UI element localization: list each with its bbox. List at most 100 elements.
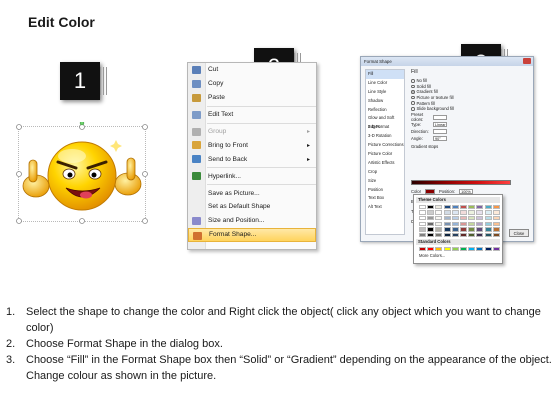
color-swatch[interactable] [419, 210, 426, 215]
color-swatch[interactable] [427, 232, 435, 238]
color-swatch[interactable] [468, 227, 476, 232]
color-swatch[interactable] [484, 215, 492, 221]
color-swatch[interactable] [427, 227, 435, 232]
color-swatch[interactable] [451, 210, 459, 215]
field-input[interactable] [433, 114, 447, 120]
dialog-nav-item[interactable]: Fill [366, 70, 404, 79]
menu-item-group[interactable]: Group ▸ [188, 125, 316, 139]
color-swatch[interactable] [492, 210, 500, 215]
color-swatch[interactable] [451, 227, 459, 232]
color-swatch[interactable] [468, 215, 476, 221]
dialog-nav-item[interactable]: Size [366, 177, 404, 186]
color-swatch[interactable] [484, 227, 492, 232]
dialog-nav-item[interactable]: Artistic Effects [366, 159, 404, 168]
gradient-stops-bar[interactable] [411, 180, 511, 185]
color-swatch[interactable] [427, 215, 435, 221]
color-swatch[interactable] [459, 246, 467, 252]
color-swatch[interactable] [443, 246, 451, 252]
color-swatch[interactable] [476, 246, 484, 252]
color-swatch[interactable] [476, 221, 484, 227]
color-swatch[interactable] [435, 246, 443, 252]
color-swatch[interactable] [443, 204, 451, 209]
dialog-nav-item[interactable]: Glow and Soft Edges [366, 114, 404, 129]
menu-item-save-as-picture[interactable]: Save as Picture... [188, 186, 316, 200]
color-swatch[interactable] [468, 232, 476, 238]
menu-item-size-and-position[interactable]: Size and Position... [188, 214, 316, 228]
menu-item-format-shape[interactable]: Format Shape... [188, 227, 316, 242]
color-swatch[interactable] [476, 232, 484, 238]
color-swatch[interactable] [427, 204, 435, 209]
dialog-nav-item[interactable]: Reflection [366, 106, 404, 115]
color-swatch[interactable] [468, 204, 476, 209]
color-swatch[interactable] [492, 215, 500, 221]
field-input[interactable]: 90° [433, 135, 447, 141]
color-swatch[interactable] [484, 210, 492, 215]
color-swatch[interactable] [419, 221, 426, 227]
dialog-nav-item[interactable]: Line Style [366, 88, 404, 97]
dialog-nav-item[interactable]: Shadow [366, 97, 404, 106]
dialog-nav-item[interactable]: 3-D Format [366, 123, 404, 132]
color-swatch[interactable] [492, 232, 500, 238]
color-swatch[interactable] [484, 204, 492, 209]
menu-item-hyperlink[interactable]: Hyperlink... [188, 169, 316, 183]
color-swatch[interactable] [476, 227, 484, 232]
color-swatch[interactable] [419, 215, 426, 221]
color-swatch[interactable] [435, 204, 443, 209]
menu-item-cut[interactable]: Cut [188, 63, 316, 77]
color-swatch[interactable] [459, 227, 467, 232]
color-swatch[interactable] [443, 227, 451, 232]
color-swatch[interactable] [451, 215, 459, 221]
color-swatch[interactable] [459, 210, 467, 215]
color-swatch[interactable] [443, 210, 451, 215]
close-button[interactable]: Close [509, 229, 529, 237]
dialog-nav-item[interactable]: Position [366, 186, 404, 195]
color-swatch[interactable] [468, 210, 476, 215]
color-swatch[interactable] [451, 221, 459, 227]
color-swatch[interactable] [484, 221, 492, 227]
color-swatch[interactable] [459, 221, 467, 227]
color-swatch[interactable] [476, 204, 484, 209]
color-swatch[interactable] [443, 232, 451, 238]
color-swatch[interactable] [435, 215, 443, 221]
color-swatch[interactable] [427, 210, 435, 215]
color-swatch[interactable] [492, 204, 500, 209]
menu-item-set-as-default-shape[interactable]: Set as Default Shape [188, 200, 316, 214]
dialog-nav-item[interactable]: Line Color [366, 79, 404, 88]
color-swatch[interactable] [468, 221, 476, 227]
menu-item-copy[interactable]: Copy [188, 77, 316, 91]
color-swatch[interactable] [459, 232, 467, 238]
color-swatch[interactable] [492, 246, 500, 252]
field-input[interactable]: Linear [433, 121, 447, 127]
color-swatch[interactable] [427, 221, 435, 227]
color-swatch[interactable] [476, 215, 484, 221]
color-swatch[interactable] [468, 246, 476, 252]
menu-item-edit-text[interactable]: Edit Text [188, 108, 316, 122]
dialog-nav-item[interactable]: Picture Corrections [366, 141, 404, 150]
color-swatch[interactable] [459, 215, 467, 221]
dialog-nav-item[interactable]: Text Box [366, 194, 404, 203]
field-input[interactable] [433, 128, 447, 134]
menu-item-bring-to-front[interactable]: Bring to Front ▸ [188, 138, 316, 152]
dialog-nav-item[interactable]: Crop [366, 168, 404, 177]
color-swatch[interactable] [451, 246, 459, 252]
dialog-nav-item[interactable]: Alt Text [366, 203, 404, 212]
color-swatch[interactable] [419, 227, 426, 232]
dialog-nav-item[interactable]: Picture Color [366, 150, 404, 159]
menu-item-paste[interactable]: Paste [188, 91, 316, 105]
dialog-close-icon[interactable] [523, 58, 531, 64]
color-swatch[interactable] [435, 221, 443, 227]
color-swatch[interactable] [419, 246, 426, 252]
color-swatch[interactable] [419, 232, 426, 238]
color-swatch[interactable] [419, 204, 426, 209]
color-swatch[interactable] [484, 246, 492, 252]
color-swatch[interactable] [435, 210, 443, 215]
color-swatch[interactable] [484, 232, 492, 238]
angry-thumbs-up-smiley[interactable] [14, 122, 150, 226]
color-swatch[interactable] [435, 227, 443, 232]
color-swatch[interactable] [451, 204, 459, 209]
menu-item-send-to-back[interactable]: Send to Back ▸ [188, 152, 316, 166]
color-swatch[interactable] [443, 215, 451, 221]
color-swatch[interactable] [451, 232, 459, 238]
color-swatch[interactable] [443, 221, 451, 227]
color-swatch[interactable] [427, 246, 435, 252]
